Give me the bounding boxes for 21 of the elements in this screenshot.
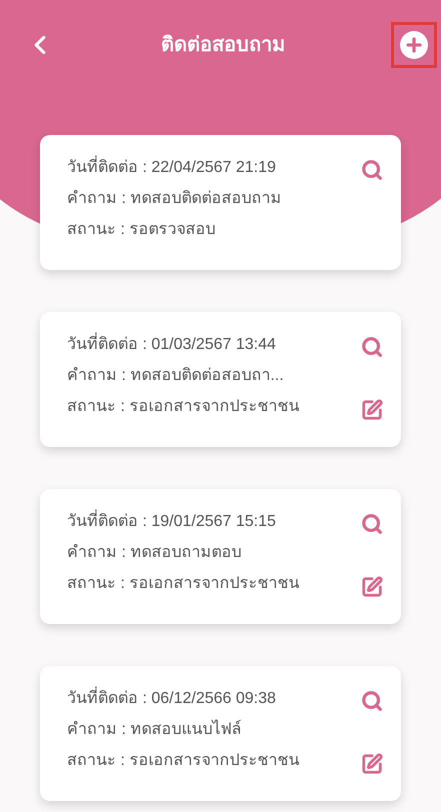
status-text: สถานะ : รอตรวจสอบ <box>67 220 216 240</box>
page-title: ติดต่อสอบถาม <box>161 33 285 58</box>
edit-button[interactable] <box>361 399 383 421</box>
edit-button[interactable] <box>361 576 383 598</box>
search-button[interactable] <box>361 513 383 535</box>
contact-date: วันที่ติดต่อ : 06/12/2566 09:38 <box>67 688 300 710</box>
search-button[interactable] <box>361 690 383 712</box>
add-button[interactable] <box>391 22 437 68</box>
edit-button[interactable] <box>361 753 383 775</box>
status-text: สถานะ : รอเอกสารจากประชาชน <box>67 574 300 594</box>
contact-date: วันที่ติดต่อ : 22/04/2567 21:19 <box>67 157 282 179</box>
status-text: สถานะ : รอเอกสารจากประชาชน <box>67 751 300 771</box>
question-text: คำถาม : ทดสอบถามตอบ <box>67 543 242 563</box>
search-button[interactable] <box>361 336 383 358</box>
question-text: คำถาม : ทดสอบติดต่อสอบถา... <box>67 366 285 386</box>
search-button[interactable] <box>361 159 383 181</box>
contact-date: วันที่ติดต่อ : 01/03/2567 13:44 <box>67 334 300 356</box>
status-text: สถานะ : รอเอกสารจากประชาชน <box>67 397 300 417</box>
contact-date: วันที่ติดต่อ : 19/01/2567 15:15 <box>67 511 300 533</box>
question-text: คำถาม : ทดสอบแนบไฟล์ <box>67 719 242 740</box>
question-text: คำถาม : ทดสอบติดต่อสอบถาม <box>67 189 282 209</box>
